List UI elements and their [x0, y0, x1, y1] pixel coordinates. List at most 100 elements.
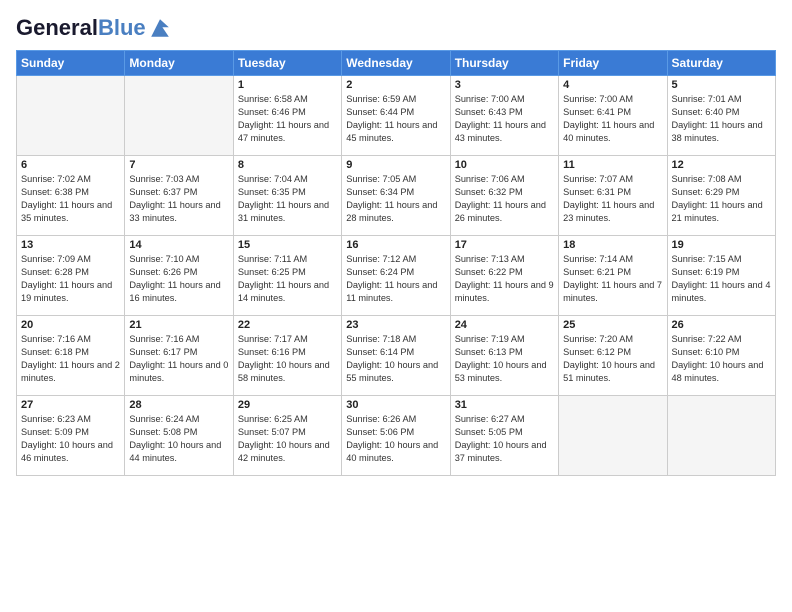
header: GeneralBlue: [16, 16, 776, 40]
day-info: Sunrise: 6:26 AM Sunset: 5:06 PM Dayligh…: [346, 413, 445, 465]
day-number: 11: [563, 159, 662, 171]
day-number: 26: [672, 319, 771, 331]
day-info: Sunrise: 7:06 AM Sunset: 6:32 PM Dayligh…: [455, 173, 554, 225]
day-info: Sunrise: 7:22 AM Sunset: 6:10 PM Dayligh…: [672, 333, 771, 385]
page-container: GeneralBlue SundayMondayTuesdayWednesday…: [0, 0, 792, 612]
day-cell: 16Sunrise: 7:12 AM Sunset: 6:24 PM Dayli…: [342, 236, 450, 316]
day-cell: 20Sunrise: 7:16 AM Sunset: 6:18 PM Dayli…: [17, 316, 125, 396]
day-info: Sunrise: 7:14 AM Sunset: 6:21 PM Dayligh…: [563, 253, 662, 305]
weekday-header-monday: Monday: [125, 51, 233, 76]
logo-text: GeneralBlue: [16, 16, 146, 40]
day-number: 6: [21, 159, 120, 171]
day-info: Sunrise: 7:11 AM Sunset: 6:25 PM Dayligh…: [238, 253, 337, 305]
day-cell: 13 Sunrise: 7:09 AM Sunset: 6:28 PM Dayli…: [17, 236, 125, 316]
day-cell: 18 Sunrise: 7:14 AM Sunset: 6:21 PM Dayli…: [559, 236, 667, 316]
day-cell: 8 Sunrise: 7:04 AM Sunset: 6:35 PM Daylig…: [233, 156, 341, 236]
day-number: 18: [563, 239, 662, 251]
day-info: Sunrise: 7:02 AM Sunset: 6:38 PM Dayligh…: [21, 173, 120, 225]
weekday-header-friday: Friday: [559, 51, 667, 76]
day-info: Sunrise: 6:24 AM Sunset: 5:08 PM Dayligh…: [129, 413, 228, 465]
day-number: 14: [129, 239, 228, 251]
day-number: 3: [455, 79, 554, 91]
day-cell: 14 Sunrise: 7:10 AM Sunset: 6:26 PM Dayli…: [125, 236, 233, 316]
day-number: 21: [129, 319, 228, 331]
day-number: 22: [238, 319, 337, 331]
day-info: Sunrise: 7:07 AM Sunset: 6:31 PM Dayligh…: [563, 173, 662, 225]
day-number: 30: [346, 399, 445, 411]
day-info: Sunrise: 6:25 AM Sunset: 5:07 PM Dayligh…: [238, 413, 337, 465]
weekday-header-saturday: Saturday: [667, 51, 775, 76]
day-cell: 23 Sunrise: 7:18 AM Sunset: 6:14 PM Dayli…: [342, 316, 450, 396]
day-cell: 27Sunrise: 6:23 AM Sunset: 5:09 PM Dayli…: [17, 396, 125, 476]
day-info: Sunrise: 7:04 AM Sunset: 6:35 PM Dayligh…: [238, 173, 337, 225]
logo: GeneralBlue: [16, 16, 172, 40]
day-number: 4: [563, 79, 662, 91]
day-info: Sunrise: 7:00 AM Sunset: 6:41 PM Dayligh…: [563, 93, 662, 145]
day-number: 8: [238, 159, 337, 171]
day-number: 25: [563, 319, 662, 331]
day-number: 7: [129, 159, 228, 171]
day-info: Sunrise: 7:08 AM Sunset: 6:29 PM Dayligh…: [672, 173, 771, 225]
day-cell: 17 Sunrise: 7:13 AM Sunset: 6:22 PM Dayli…: [450, 236, 558, 316]
day-cell: 26 Sunrise: 7:22 AM Sunset: 6:10 PM Dayli…: [667, 316, 775, 396]
day-info: Sunrise: 7:00 AM Sunset: 6:43 PM Dayligh…: [455, 93, 554, 145]
day-cell: 4 Sunrise: 7:00 AM Sunset: 6:41 PM Daylig…: [559, 76, 667, 156]
day-info: Sunrise: 6:27 AM Sunset: 5:05 PM Dayligh…: [455, 413, 554, 465]
day-cell: [125, 76, 233, 156]
week-row-0: 1 Sunrise: 6:58 AM Sunset: 6:46 PM Daylig…: [17, 76, 776, 156]
day-cell: 29Sunrise: 6:25 AM Sunset: 5:07 PM Dayli…: [233, 396, 341, 476]
day-number: 12: [672, 159, 771, 171]
week-row-1: 6 Sunrise: 7:02 AM Sunset: 6:38 PM Daylig…: [17, 156, 776, 236]
weekday-header-tuesday: Tuesday: [233, 51, 341, 76]
day-number: 17: [455, 239, 554, 251]
day-info: Sunrise: 6:59 AM Sunset: 6:44 PM Dayligh…: [346, 93, 445, 145]
day-info: Sunrise: 7:01 AM Sunset: 6:40 PM Dayligh…: [672, 93, 771, 145]
day-cell: [17, 76, 125, 156]
day-info: Sunrise: 7:05 AM Sunset: 6:34 PM Dayligh…: [346, 173, 445, 225]
day-cell: 10 Sunrise: 7:06 AM Sunset: 6:32 PM Dayli…: [450, 156, 558, 236]
day-cell: 1 Sunrise: 6:58 AM Sunset: 6:46 PM Daylig…: [233, 76, 341, 156]
day-info: Sunrise: 7:03 AM Sunset: 6:37 PM Dayligh…: [129, 173, 228, 225]
day-info: Sunrise: 6:58 AM Sunset: 6:46 PM Dayligh…: [238, 93, 337, 145]
weekday-header-thursday: Thursday: [450, 51, 558, 76]
day-cell: 19 Sunrise: 7:15 AM Sunset: 6:19 PM Dayli…: [667, 236, 775, 316]
day-info: Sunrise: 7:18 AM Sunset: 6:14 PM Dayligh…: [346, 333, 445, 385]
day-info: Sunrise: 7:10 AM Sunset: 6:26 PM Dayligh…: [129, 253, 228, 305]
week-row-4: 27Sunrise: 6:23 AM Sunset: 5:09 PM Dayli…: [17, 396, 776, 476]
day-number: 23: [346, 319, 445, 331]
weekday-header-row: SundayMondayTuesdayWednesdayThursdayFrid…: [17, 51, 776, 76]
day-number: 13: [21, 239, 120, 251]
day-number: 10: [455, 159, 554, 171]
day-cell: 12 Sunrise: 7:08 AM Sunset: 6:29 PM Dayli…: [667, 156, 775, 236]
weekday-header-wednesday: Wednesday: [342, 51, 450, 76]
day-info: Sunrise: 7:17 AM Sunset: 6:16 PM Dayligh…: [238, 333, 337, 385]
day-cell: 22 Sunrise: 7:17 AM Sunset: 6:16 PM Dayli…: [233, 316, 341, 396]
day-number: 19: [672, 239, 771, 251]
day-cell: 15Sunrise: 7:11 AM Sunset: 6:25 PM Dayli…: [233, 236, 341, 316]
day-cell: 24Sunrise: 7:19 AM Sunset: 6:13 PM Dayli…: [450, 316, 558, 396]
day-number: 5: [672, 79, 771, 91]
day-number: 1: [238, 79, 337, 91]
day-info: Sunrise: 6:23 AM Sunset: 5:09 PM Dayligh…: [21, 413, 120, 465]
day-cell: 28Sunrise: 6:24 AM Sunset: 5:08 PM Dayli…: [125, 396, 233, 476]
day-cell: 6 Sunrise: 7:02 AM Sunset: 6:38 PM Daylig…: [17, 156, 125, 236]
day-cell: 3 Sunrise: 7:00 AM Sunset: 6:43 PM Daylig…: [450, 76, 558, 156]
day-cell: 11 Sunrise: 7:07 AM Sunset: 6:31 PM Dayli…: [559, 156, 667, 236]
day-info: Sunrise: 7:15 AM Sunset: 6:19 PM Dayligh…: [672, 253, 771, 305]
day-number: 20: [21, 319, 120, 331]
day-cell: 31 Sunrise: 6:27 AM Sunset: 5:05 PM Dayli…: [450, 396, 558, 476]
day-info: Sunrise: 7:16 AM Sunset: 6:17 PM Dayligh…: [129, 333, 228, 385]
day-info: Sunrise: 7:19 AM Sunset: 6:13 PM Dayligh…: [455, 333, 554, 385]
day-info: Sunrise: 7:09 AM Sunset: 6:28 PM Dayligh…: [21, 253, 120, 305]
day-number: 2: [346, 79, 445, 91]
day-number: 31: [455, 399, 554, 411]
logo-icon: [148, 16, 172, 40]
week-row-3: 20Sunrise: 7:16 AM Sunset: 6:18 PM Dayli…: [17, 316, 776, 396]
day-cell: 25Sunrise: 7:20 AM Sunset: 6:12 PM Dayli…: [559, 316, 667, 396]
day-cell: [667, 396, 775, 476]
day-cell: 9 Sunrise: 7:05 AM Sunset: 6:34 PM Daylig…: [342, 156, 450, 236]
day-info: Sunrise: 7:13 AM Sunset: 6:22 PM Dayligh…: [455, 253, 554, 305]
day-number: 9: [346, 159, 445, 171]
day-cell: 5 Sunrise: 7:01 AM Sunset: 6:40 PM Daylig…: [667, 76, 775, 156]
day-cell: 2 Sunrise: 6:59 AM Sunset: 6:44 PM Daylig…: [342, 76, 450, 156]
